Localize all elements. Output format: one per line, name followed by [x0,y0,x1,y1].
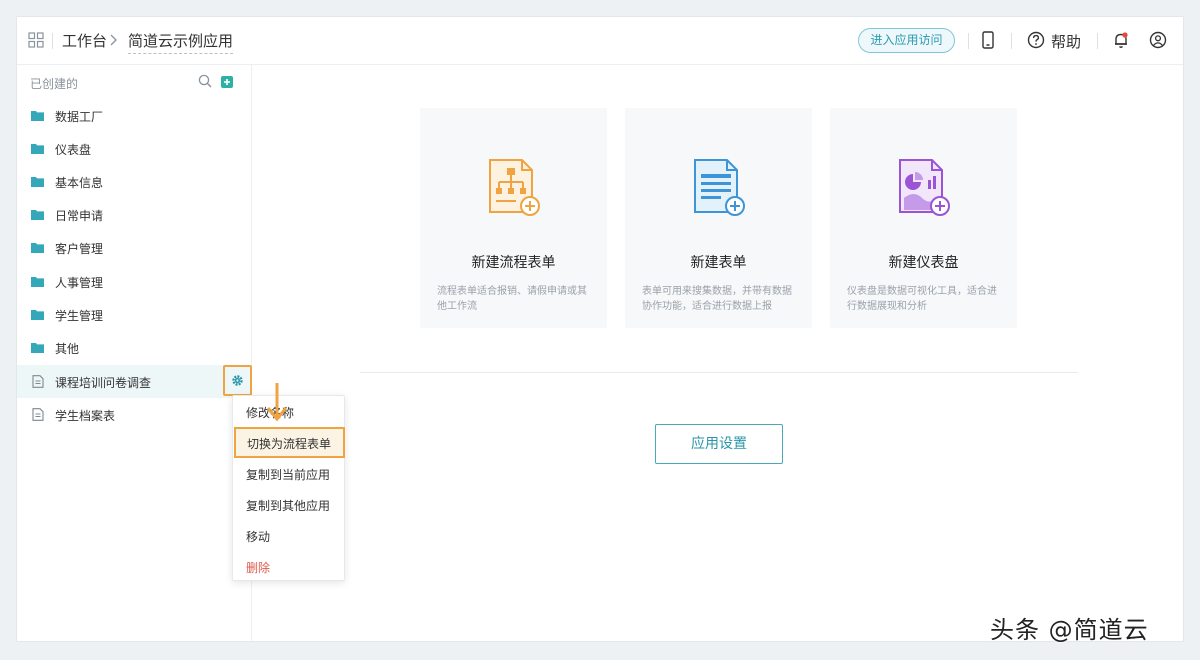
menu-item-copy-other-app[interactable]: 复制到其他应用 [233,489,344,520]
sidebar-item-customer[interactable]: 客户管理 [17,231,252,264]
form-icon [32,408,44,421]
card-description: 仪表盘是数据可视化工具，适合进行数据展现和分析 [847,286,997,312]
folder-icon [31,243,44,253]
app-settings-button[interactable]: 应用设置 [655,424,783,464]
help-circle-icon[interactable] [1026,30,1046,50]
new-form-card[interactable]: 新建表单 表单可用来搜集数据，并带有数据协作功能，适合进行数据上报 [625,108,812,328]
sidebar-item-label: 数据工厂 [55,110,104,124]
chevron-right-icon [110,34,117,46]
header-divider [1097,33,1098,49]
gear-icon [232,375,243,386]
folder-icon [31,177,44,187]
top-header: 工作台 简道云示例应用 进入应用访问 帮助 [17,17,1183,65]
sidebar-item-dashboard[interactable]: 仪表盘 [17,132,252,165]
new-workflow-form-card[interactable]: 新建流程表单 流程表单适合报销、请假申请或其他工作流 [420,108,607,328]
sidebar-item-daily-request[interactable]: 日常申请 [17,198,252,231]
form-doc-icon [694,159,745,216]
add-icon[interactable] [221,76,233,88]
menu-item-copy-current-app[interactable]: 复制到当前应用 [233,458,344,489]
sidebar-item-other[interactable]: 其他 [17,331,252,364]
app-window: 工作台 简道云示例应用 进入应用访问 帮助 已创建的 数据工厂 仪表盘 基本信息… [16,16,1184,642]
header-divider [52,33,53,49]
folder-icon [31,111,44,121]
form-icon [32,375,44,388]
sidebar-item-label: 仪表盘 [55,143,92,157]
sidebar-item-label: 课程培训问卷调查 [55,376,152,390]
sidebar-item-course-survey[interactable]: 课程培训问卷调查 [17,365,252,398]
sidebar-item-label: 客户管理 [55,242,104,256]
user-icon[interactable] [1148,30,1168,50]
sidebar-item-data-factory[interactable]: 数据工厂 [17,99,252,132]
folder-icon [31,343,44,353]
card-title: 新建流程表单 [471,255,556,271]
sidebar-item-basic-info[interactable]: 基本信息 [17,165,252,198]
sidebar-item-label: 学生档案表 [55,409,116,423]
arrow-down-icon [266,383,288,422]
header-divider [1011,33,1012,49]
workflow-form-icon [489,159,540,216]
breadcrumb-workbench[interactable]: 工作台 [62,30,107,51]
folder-icon [31,277,44,287]
grid-icon[interactable] [28,32,44,48]
header-divider [968,33,969,49]
sidebar-item-hr[interactable]: 人事管理 [17,265,252,298]
new-dashboard-card[interactable]: 新建仪表盘 仪表盘是数据可视化工具，适合进行数据展现和分析 [830,108,1017,328]
sidebar-heading: 已创建的 [30,77,79,91]
folder-icon [31,310,44,320]
sidebar-item-label: 基本信息 [55,176,104,190]
enter-app-button[interactable]: 进入应用访问 [858,28,955,53]
mobile-icon[interactable] [978,30,998,50]
menu-item-move[interactable]: 移动 [233,520,344,551]
search-icon[interactable] [198,74,212,88]
menu-item-switch-to-workflow[interactable]: 切换为流程表单 [234,427,345,458]
item-settings-button[interactable] [223,365,252,396]
dashboard-icon [899,159,950,216]
card-title: 新建表单 [690,255,747,271]
card-description: 流程表单适合报销、请假申请或其他工作流 [437,286,587,312]
sidebar-item-label: 其他 [55,342,80,356]
help-label[interactable]: 帮助 [1051,31,1081,52]
card-description: 表单可用来搜集数据，并带有数据协作功能，适合进行数据上报 [642,286,792,312]
sidebar-item-student-archive[interactable]: 学生档案表 [17,398,252,431]
menu-item-delete[interactable]: 删除 [233,551,344,582]
sidebar-item-label: 学生管理 [55,309,104,323]
sidebar-item-label: 日常申请 [55,209,104,223]
watermark: 头条 @简道云 [990,616,1149,644]
sidebar: 已创建的 数据工厂 仪表盘 基本信息 日常申请 客户管理 人事管理 学生管理 其… [17,65,252,641]
folder-icon [31,210,44,220]
breadcrumb-app-name[interactable]: 简道云示例应用 [128,30,234,54]
folder-icon [31,144,44,154]
content-divider [360,372,1078,373]
card-title: 新建仪表盘 [888,255,959,271]
sidebar-item-students[interactable]: 学生管理 [17,298,252,331]
bell-icon[interactable] [1111,30,1131,50]
sidebar-item-label: 人事管理 [55,276,104,290]
